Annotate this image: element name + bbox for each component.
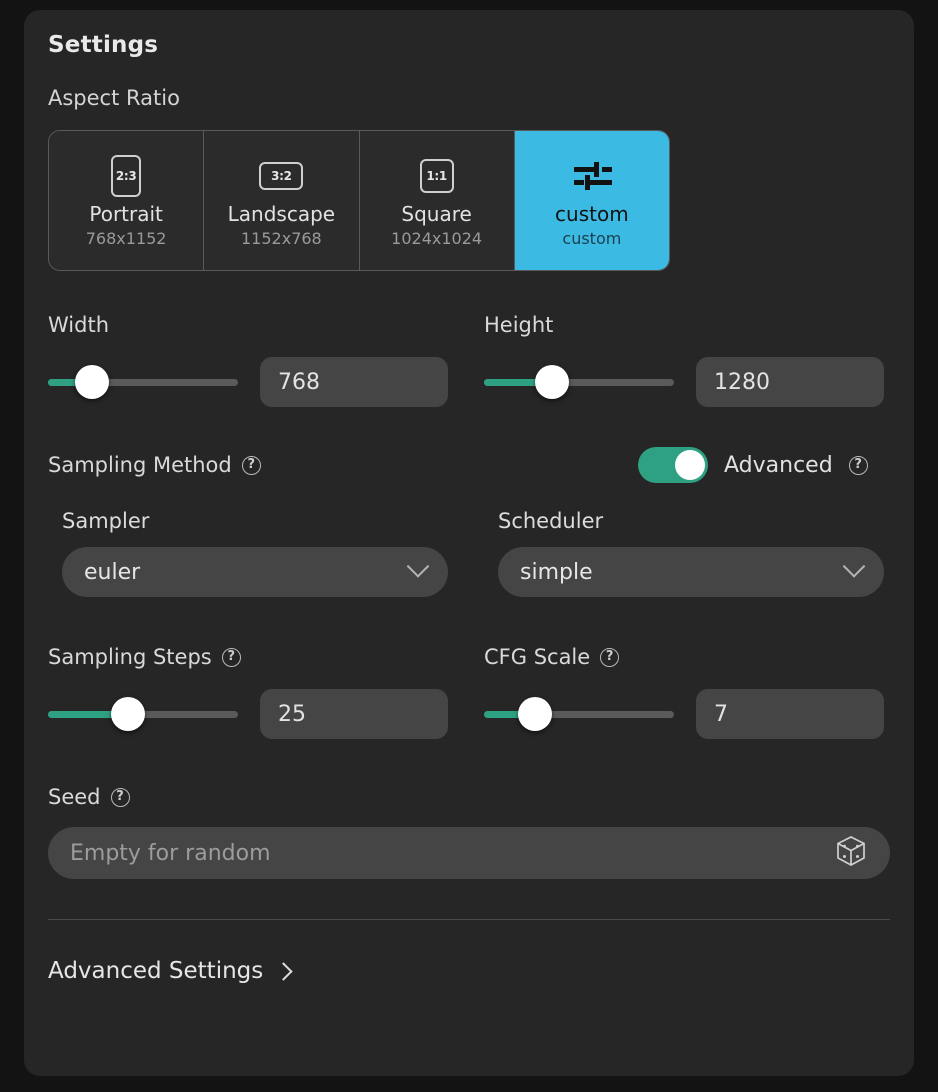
advanced-settings-link[interactable]: Advanced Settings bbox=[48, 958, 890, 984]
help-circle-icon[interactable]: ? bbox=[221, 647, 241, 667]
height-slider-thumb[interactable] bbox=[535, 365, 570, 399]
width-input[interactable]: 768 bbox=[260, 357, 448, 407]
sampler-label: Sampler bbox=[62, 509, 150, 533]
scheduler-field: Scheduler simple bbox=[484, 509, 884, 597]
sampler-select[interactable]: euler bbox=[62, 547, 448, 597]
aspect-option-dims: custom bbox=[562, 228, 622, 248]
sampling-method-row: Sampling Method ? Advanced ? bbox=[48, 447, 890, 483]
advanced-toggle-knob bbox=[675, 450, 705, 480]
chevron-right-icon bbox=[274, 961, 293, 981]
advanced-toggle[interactable] bbox=[638, 447, 708, 483]
landscape-ratio-text: 3:2 bbox=[259, 161, 304, 190]
width-slider-thumb[interactable] bbox=[74, 365, 109, 399]
sliders-icon bbox=[570, 153, 614, 199]
sampler-field: Sampler euler bbox=[48, 509, 448, 597]
height-field: Height 1280 bbox=[484, 313, 884, 407]
dice-icon[interactable] bbox=[834, 834, 868, 872]
aspect-ratio-section: Aspect Ratio 2:3 Portrait 768x1152 3:2 L… bbox=[48, 86, 890, 271]
chevron-down-icon bbox=[842, 555, 866, 578]
height-label: Height bbox=[484, 313, 554, 337]
cfg-scale-field: CFG Scale ? 7 bbox=[484, 645, 884, 739]
aspect-ratio-group: 2:3 Portrait 768x1152 3:2 Landscape 1152… bbox=[48, 130, 670, 271]
help-circle-icon[interactable]: ? bbox=[110, 787, 130, 807]
cfg-scale-slider-row: 7 bbox=[484, 689, 884, 739]
width-field: Width 768 bbox=[48, 313, 448, 407]
aspect-option-name: Portrait bbox=[89, 201, 163, 226]
sampler-value: euler bbox=[84, 559, 141, 585]
sampling-method-label: Sampling Method bbox=[48, 453, 232, 477]
footer-divider bbox=[48, 919, 890, 920]
height-slider-row: 1280 bbox=[484, 357, 884, 407]
scheduler-label: Scheduler bbox=[498, 509, 604, 533]
sampling-steps-slider-row: 25 bbox=[48, 689, 448, 739]
sampling-steps-slider[interactable] bbox=[48, 697, 238, 731]
scheduler-select[interactable]: simple bbox=[498, 547, 884, 597]
sampler-scheduler-row: Sampler euler Scheduler simple bbox=[48, 509, 890, 597]
cfg-scale-slider[interactable] bbox=[484, 697, 674, 731]
square-ratio-icon: 1:1 bbox=[419, 153, 454, 199]
page-title: Settings bbox=[48, 32, 159, 58]
aspect-option-dims: 768x1152 bbox=[85, 228, 167, 248]
seed-placeholder: Empty for random bbox=[70, 840, 271, 866]
cfg-scale-label-row: CFG Scale ? bbox=[484, 645, 884, 669]
cfg-scale-input[interactable]: 7 bbox=[696, 689, 884, 739]
aspect-option-dims: 1024x1024 bbox=[391, 228, 483, 248]
width-slider-row: 768 bbox=[48, 357, 448, 407]
sampling-steps-field: Sampling Steps ? 25 bbox=[48, 645, 448, 739]
help-circle-icon[interactable]: ? bbox=[241, 455, 261, 475]
seed-label-row: Seed ? bbox=[48, 785, 890, 809]
sampling-steps-label-row: Sampling Steps ? bbox=[48, 645, 448, 669]
height-slider[interactable] bbox=[484, 365, 674, 399]
aspect-ratio-label: Aspect Ratio bbox=[48, 86, 180, 110]
sampling-method-group: Sampling Method ? bbox=[48, 453, 448, 477]
cfg-scale-slider-thumb[interactable] bbox=[518, 697, 553, 731]
height-label-row: Height bbox=[484, 313, 884, 337]
dimensions-row: Width 768 Height 1280 bbox=[48, 313, 890, 407]
advanced-toggle-group: Advanced ? bbox=[484, 447, 884, 483]
aspect-ratio-option-custom[interactable]: custom custom bbox=[514, 131, 669, 270]
aspect-ratio-option-portrait[interactable]: 2:3 Portrait 768x1152 bbox=[49, 131, 205, 270]
aspect-ratio-option-square[interactable]: 1:1 Square 1024x1024 bbox=[359, 131, 515, 270]
aspect-option-dims: 1152x768 bbox=[241, 228, 322, 248]
help-circle-icon[interactable]: ? bbox=[600, 647, 620, 667]
help-circle-icon[interactable]: ? bbox=[848, 455, 868, 475]
seed-label: Seed bbox=[48, 785, 101, 809]
landscape-ratio-icon: 3:2 bbox=[259, 153, 304, 199]
aspect-option-name: custom bbox=[555, 201, 629, 226]
seed-field: Seed ? Empty for random bbox=[48, 785, 890, 879]
portrait-ratio-icon: 2:3 bbox=[111, 153, 142, 199]
steps-cfg-row: Sampling Steps ? 25 CFG Scale ? 7 bbox=[48, 645, 890, 739]
chevron-down-icon bbox=[406, 555, 430, 578]
sampling-method-label-row: Sampling Method ? bbox=[48, 453, 448, 477]
aspect-option-name: Square bbox=[401, 201, 472, 226]
square-ratio-text: 1:1 bbox=[419, 158, 454, 193]
sampling-steps-label: Sampling Steps bbox=[48, 645, 212, 669]
portrait-ratio-text: 2:3 bbox=[111, 154, 142, 197]
settings-panel: Settings Aspect Ratio 2:3 Portrait 768x1… bbox=[24, 10, 914, 1076]
width-label: Width bbox=[48, 313, 110, 337]
height-input[interactable]: 1280 bbox=[696, 357, 884, 407]
advanced-toggle-label: Advanced bbox=[724, 452, 833, 478]
width-label-row: Width bbox=[48, 313, 448, 337]
scheduler-value: simple bbox=[520, 559, 593, 585]
seed-input[interactable]: Empty for random bbox=[48, 827, 890, 879]
advanced-settings-label: Advanced Settings bbox=[48, 958, 264, 984]
aspect-option-name: Landscape bbox=[227, 201, 336, 226]
sampling-steps-slider-thumb[interactable] bbox=[110, 697, 145, 731]
width-slider[interactable] bbox=[48, 365, 238, 399]
sampling-steps-input[interactable]: 25 bbox=[260, 689, 448, 739]
cfg-scale-label: CFG Scale bbox=[484, 645, 591, 669]
aspect-ratio-option-landscape[interactable]: 3:2 Landscape 1152x768 bbox=[204, 131, 360, 270]
